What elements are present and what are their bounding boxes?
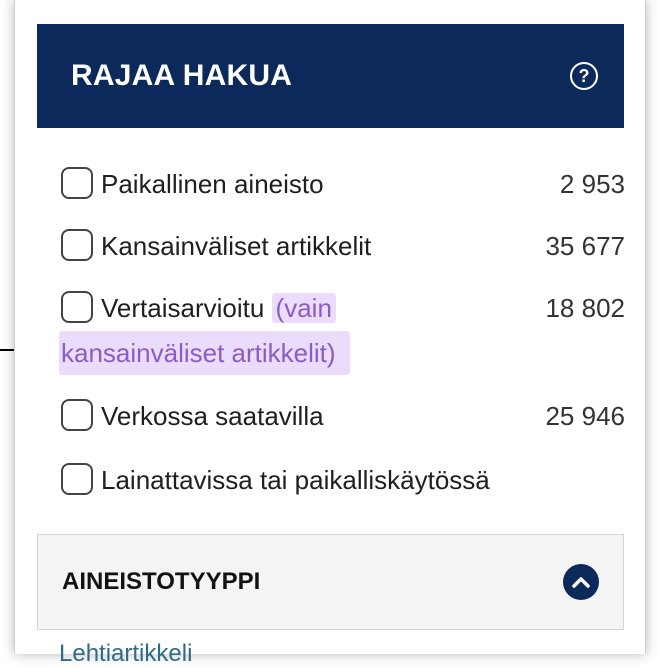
checkbox[interactable]: [61, 463, 93, 495]
next-item-partial[interactable]: Lehtiartikkeli: [59, 640, 192, 668]
filter-label: Lainattavissa tai paikalliskäytössä: [101, 465, 490, 495]
checkbox[interactable]: [61, 399, 93, 431]
section-material-type[interactable]: AINEISTOTYYPPI: [37, 534, 624, 630]
section-title: AINEISTOTYYPPI: [62, 568, 261, 595]
filter-count: 25 946: [545, 401, 625, 431]
chevron-up-icon[interactable]: [563, 564, 599, 600]
filter-panel: RAJAA HAKUA ? Paikallinen aineisto 2 953…: [14, 0, 646, 667]
filter-label: Verkossa saatavilla: [101, 401, 324, 431]
